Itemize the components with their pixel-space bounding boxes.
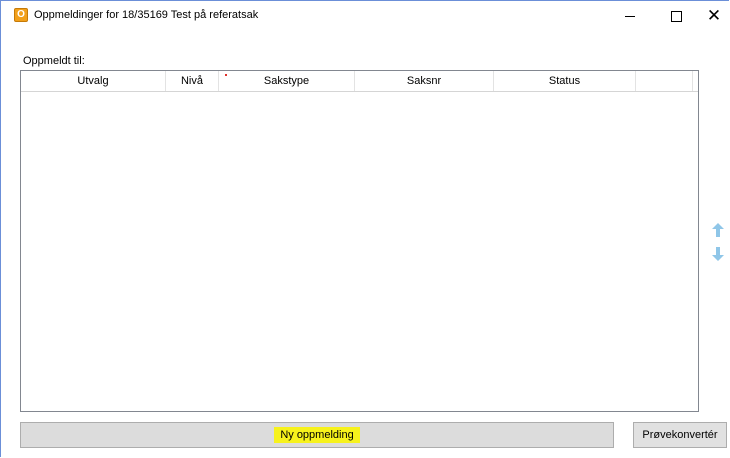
outlook-app-icon: O [14, 8, 28, 22]
close-icon: ✕ [706, 5, 722, 26]
column-header-status[interactable]: Status [494, 71, 636, 91]
oppmeldinger-window: O Oppmeldinger for 18/35169 Test på refe… [0, 0, 729, 457]
column-header-extra[interactable] [636, 71, 693, 91]
close-button[interactable]: ✕ [691, 1, 730, 31]
maximize-icon [670, 10, 682, 22]
ny-oppmelding-label: Ny oppmelding [274, 427, 360, 443]
sort-indicator-icon [225, 74, 227, 76]
window-title: Oppmeldinger for 18/35169 Test på refera… [34, 9, 259, 21]
oppmelding-grid[interactable]: Utvalg Nivå Sakstype Saksnr Status [20, 70, 699, 412]
column-header-saksnr[interactable]: Saksnr [355, 71, 494, 91]
provekonverter-button[interactable]: Prøvekonvertér [633, 422, 727, 448]
oppmeldt-til-label: Oppmeldt til: [23, 55, 85, 67]
ny-oppmelding-button[interactable]: Ny oppmelding [20, 422, 614, 448]
arrow-up-icon[interactable] [712, 223, 724, 237]
minimize-icon [625, 15, 635, 17]
column-header-utvalg[interactable]: Utvalg [21, 71, 166, 91]
grid-header: Utvalg Nivå Sakstype Saksnr Status [21, 71, 698, 92]
minimize-button[interactable] [607, 1, 653, 31]
title-bar[interactable]: O Oppmeldinger for 18/35169 Test på refe… [1, 1, 729, 31]
column-header-sakstype[interactable]: Sakstype [219, 71, 355, 91]
column-header-niva[interactable]: Nivå [166, 71, 219, 91]
arrow-down-icon[interactable] [712, 247, 724, 261]
